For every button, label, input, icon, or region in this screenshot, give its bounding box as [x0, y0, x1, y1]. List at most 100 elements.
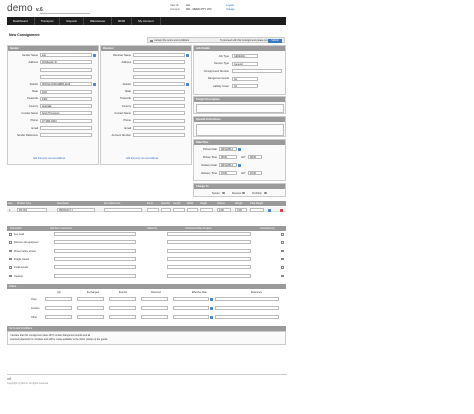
job-select[interactable]: No [232, 84, 258, 88]
sender-input[interactable]: 20 Ebsolon St [40, 60, 92, 65]
sender-input[interactable] [40, 133, 92, 138]
comment-input[interactable] [54, 273, 136, 278]
date-input[interactable]: 28/11/2014 [219, 147, 237, 151]
date-input[interactable]: 15:00 [219, 171, 237, 175]
date-input[interactable]: 08:00 [219, 155, 237, 159]
receiver-input[interactable] [133, 104, 185, 109]
receiver-input[interactable] [133, 96, 185, 101]
pallet-input[interactable] [173, 297, 209, 301]
pallet-input[interactable] [215, 315, 279, 319]
sender-input[interactable]: test [40, 53, 92, 57]
pallet-input[interactable] [45, 297, 72, 301]
pallet-input[interactable] [109, 315, 136, 319]
sender-add-address-link[interactable]: Add this entry as new Address [33, 157, 65, 160]
completed-checkbox[interactable] [281, 257, 284, 261]
item-volume-input[interactable]: 0.00 [217, 208, 231, 212]
sender-input[interactable]: 4102 [40, 96, 92, 101]
comment-date-input[interactable] [167, 256, 251, 261]
item-input[interactable] [200, 208, 213, 212]
sender-input[interactable]: 07 3391 8444 [40, 118, 92, 123]
pallet-input[interactable] [215, 297, 279, 301]
comment-input[interactable] [54, 248, 136, 253]
item-input[interactable] [187, 208, 198, 212]
comment-input[interactable] [54, 240, 136, 245]
nav-dashboard[interactable]: Dashboard [7, 17, 35, 25]
freight-description-input[interactable] [196, 104, 284, 113]
pallet-input[interactable] [45, 306, 72, 310]
receiver-input[interactable] [133, 133, 185, 138]
calendar-icon[interactable] [210, 297, 213, 301]
job-select[interactable]: GENERAL [232, 54, 258, 58]
receiver-input[interactable] [133, 82, 185, 87]
comment-checkbox[interactable] [9, 249, 12, 253]
receiver-input[interactable] [133, 67, 185, 72]
pallet-input[interactable] [173, 315, 209, 319]
pallet-input[interactable] [45, 315, 72, 319]
comment-checkbox[interactable] [9, 266, 12, 269]
item-description-input[interactable]: PRODUCT 1 [57, 208, 95, 212]
completed-checkbox[interactable] [281, 274, 284, 277]
change-account-link[interactable]: change [226, 8, 235, 11]
comment-checkbox[interactable] [9, 241, 12, 244]
add-row-icon[interactable] [268, 208, 271, 212]
calendar-icon[interactable] [210, 306, 213, 310]
calendar-icon[interactable] [210, 315, 213, 319]
job-select[interactable]: General [232, 61, 258, 66]
pallet-input[interactable] [141, 306, 168, 310]
completed-checkbox[interactable] [281, 249, 284, 253]
special-instructions-input[interactable] [196, 124, 284, 136]
pallet-input[interactable] [109, 306, 136, 310]
logout-link[interactable]: Logout [226, 4, 234, 7]
nav-warehouse[interactable]: Warehouse [84, 17, 113, 25]
sender-input[interactable]: WOOLLOONGABBA 4102 [40, 82, 92, 87]
search-icon[interactable] [93, 82, 96, 86]
comment-date-input[interactable] [167, 273, 251, 278]
completed-checkbox[interactable] [281, 233, 284, 236]
sender-input[interactable] [40, 74, 92, 79]
accept-terms-checkbox[interactable] [150, 39, 153, 42]
item-product-select[interactable]: PR-001 [17, 208, 47, 212]
comment-date-input[interactable] [167, 232, 251, 236]
comment-date-input[interactable] [167, 240, 251, 245]
nav-rfid[interactable]: RFID [112, 17, 133, 25]
item-total-weight-input[interactable] [250, 208, 264, 212]
comment-date-input[interactable] [167, 248, 251, 253]
submit-button[interactable]: Submit [268, 38, 282, 43]
sender-input[interactable]: Scott Thompson [40, 111, 92, 116]
pallet-input[interactable] [141, 297, 168, 301]
receiver-input[interactable] [133, 118, 185, 123]
pallet-input[interactable] [215, 306, 279, 310]
receiver-input[interactable] [133, 89, 185, 94]
comment-date-input[interactable] [167, 265, 251, 270]
sender-input[interactable]: QLD [40, 89, 92, 94]
job-select[interactable]: No [232, 76, 258, 81]
sender-input[interactable]: Australia [40, 104, 92, 109]
job-select[interactable] [232, 69, 282, 73]
pallet-input[interactable] [109, 297, 136, 301]
time-to-input[interactable]: 08:00 [248, 155, 262, 159]
pallet-input[interactable] [141, 315, 168, 319]
pallet-input[interactable] [77, 297, 104, 301]
receiver-input[interactable] [133, 126, 185, 130]
comment-input[interactable] [54, 232, 136, 236]
charge-option-radio[interactable] [222, 191, 225, 194]
pallet-input[interactable] [77, 315, 104, 319]
search-icon[interactable] [186, 53, 189, 57]
search-icon[interactable] [93, 53, 96, 57]
charge-option-radio[interactable] [242, 191, 245, 194]
date-input[interactable]: 28/11/2014 [219, 163, 237, 167]
remove-row-icon[interactable] [280, 208, 283, 212]
comment-input[interactable] [54, 265, 136, 270]
receiver-input[interactable] [133, 74, 185, 79]
nav-reports[interactable]: Reports [60, 17, 84, 25]
completed-checkbox[interactable] [281, 241, 284, 244]
charge-option-radio[interactable] [264, 191, 267, 194]
comment-input[interactable] [54, 256, 136, 261]
item-input[interactable] [161, 208, 171, 212]
receiver-add-address-link[interactable]: Add this entry as new Address [126, 157, 158, 160]
sender-input[interactable] [40, 67, 92, 72]
receiver-input[interactable] [133, 53, 185, 57]
receiver-input[interactable] [133, 60, 185, 65]
nav-my-account[interactable]: My Account [132, 17, 161, 25]
item-input[interactable] [147, 208, 159, 212]
